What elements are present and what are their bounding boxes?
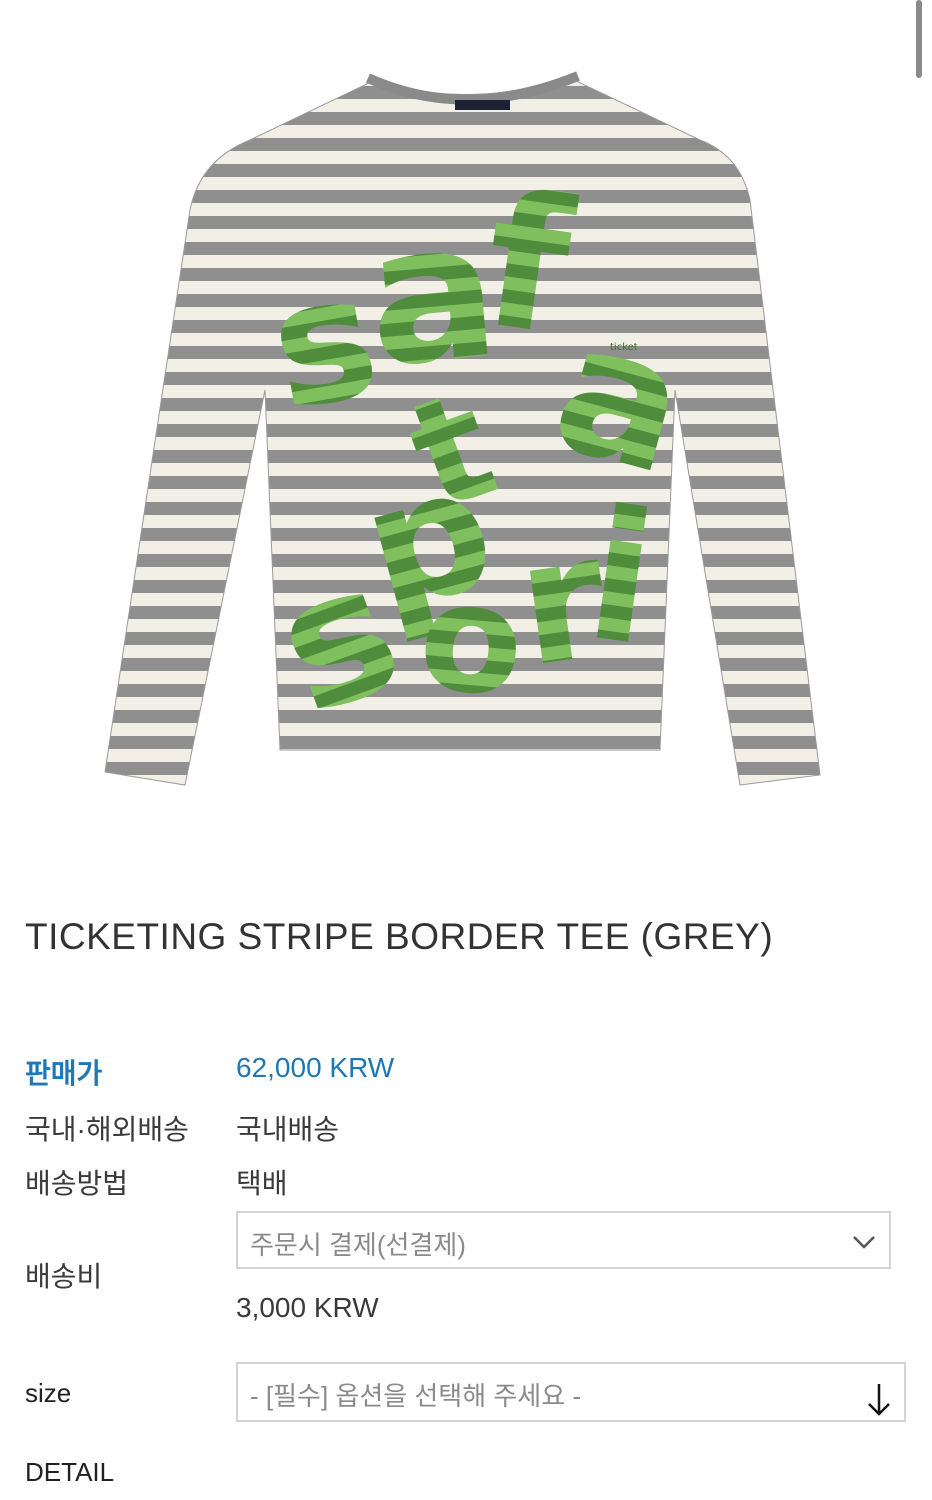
shipping-fee-value: 3,000 KRW: [236, 1292, 379, 1323]
shipping-region-value: 국내배송: [236, 1114, 340, 1145]
striped-tee-illustration: s a f a t p s o r i ticket: [104, 71, 821, 786]
arrow-down-icon: [864, 1382, 894, 1416]
detail-label: DETAIL: [25, 1457, 115, 1487]
shipping-region-label: 국내·해외배송: [25, 1114, 189, 1145]
product-image: s a f a t p s o r i ticket: [100, 60, 830, 800]
size-label: size: [25, 1378, 72, 1408]
shipping-fee-select[interactable]: 주문시 결제(선결제): [236, 1211, 891, 1269]
shipping-fee-option: 주문시 결제(선결제): [250, 1230, 466, 1260]
size-select[interactable]: - [필수] 옵션을 선택해 주세요 -: [236, 1362, 906, 1422]
price-label: 판매가: [25, 1058, 103, 1089]
product-title: TICKETING STRIPE BORDER TEE (GREY): [25, 916, 774, 957]
product-page: s a f a t p s o r i ticket TICKETING STR…: [0, 0, 932, 1500]
scrollbar-thumb[interactable]: [916, 0, 922, 78]
size-placeholder: - [필수] 옵션을 선택해 주세요 -: [250, 1381, 582, 1411]
price-value: 62,000 KRW: [236, 1052, 395, 1083]
svg-text:o: o: [413, 549, 531, 731]
shipping-method-label: 배송방법: [25, 1168, 129, 1199]
shipping-fee-label: 배송비: [25, 1261, 103, 1292]
shipping-method-value: 택배: [236, 1168, 288, 1199]
chevron-down-icon: [849, 1227, 879, 1257]
svg-text:ticket: ticket: [610, 342, 638, 353]
